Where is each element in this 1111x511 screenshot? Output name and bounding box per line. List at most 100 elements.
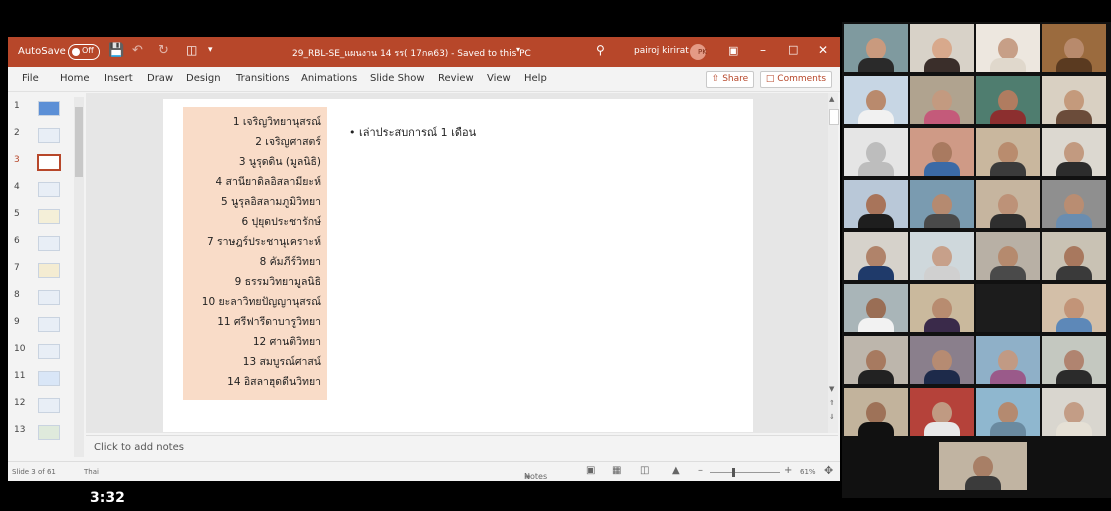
zoom-in-icon[interactable]: +	[784, 465, 792, 476]
participant-body	[858, 214, 894, 228]
thumbnail-scrollbar[interactable]	[74, 97, 84, 457]
participant-video-tile[interactable]	[976, 336, 1040, 384]
language[interactable]: Thai	[84, 468, 99, 476]
participant-video-tile[interactable]	[976, 24, 1040, 72]
autosave-toggle[interactable]: Off	[68, 44, 100, 60]
participant-video-tile[interactable]	[844, 76, 908, 124]
ribbon-display-icon[interactable]: ▣	[728, 44, 738, 57]
participant-video-tile[interactable]	[844, 232, 908, 280]
participant-video-tile[interactable]	[910, 336, 974, 384]
slide-thumbnail[interactable]: 11	[12, 367, 78, 387]
participant-video-tile[interactable]	[976, 76, 1040, 124]
participant-face	[866, 38, 886, 60]
reading-view-icon[interactable]: ◫	[640, 465, 649, 476]
bullet-text[interactable]: • เล่าประสบการณ์ 1 เดือน	[349, 123, 476, 141]
slide-canvas[interactable]: 1 เจริญวิทยานุสรณ์ 2 เจริญศาสตร์ 3 นูรุด…	[163, 99, 753, 432]
notes-pane[interactable]: Click to add notes	[86, 435, 838, 462]
participant-video-tile[interactable]	[1042, 128, 1106, 176]
slide-thumbnail[interactable]: 9	[12, 313, 78, 333]
participant-video-tile[interactable]	[844, 336, 908, 384]
participant-video-tile[interactable]	[976, 388, 1040, 436]
comments-button[interactable]: □ Comments	[760, 71, 832, 88]
participant-video-tile[interactable]	[1042, 24, 1106, 72]
menu-animations[interactable]: Animations	[301, 73, 357, 84]
participant-video-tile[interactable]	[910, 76, 974, 124]
close-icon[interactable]: ✕	[818, 43, 828, 57]
undo-icon[interactable]: ↶	[132, 43, 143, 58]
document-title[interactable]: 29_RBL-SE_แผนงาน 14 รร( 17กค63) - Saved …	[292, 46, 531, 60]
participant-video-tile[interactable]	[976, 180, 1040, 228]
zoom-slider-thumb[interactable]	[732, 468, 735, 477]
scroll-down-icon[interactable]: ▼	[829, 385, 834, 393]
maximize-icon[interactable]: □	[788, 43, 798, 56]
minimize-icon[interactable]: –	[760, 43, 766, 57]
participant-video-tile[interactable]	[910, 24, 974, 72]
avatar[interactable]: PK	[690, 44, 707, 60]
normal-view-icon[interactable]: ▣	[586, 465, 595, 476]
next-slide-icon[interactable]: ⇓	[829, 413, 835, 421]
redo-icon[interactable]: ↻	[158, 43, 169, 58]
participant-video-tile[interactable]	[910, 284, 974, 332]
school-list-box[interactable]: 1 เจริญวิทยานุสรณ์ 2 เจริญศาสตร์ 3 นูรุด…	[183, 107, 327, 400]
participant-video-tile[interactable]	[844, 388, 908, 436]
participant-video-tile[interactable]	[1042, 76, 1106, 124]
participant-video-tile[interactable]	[844, 24, 908, 72]
slide-thumbnail[interactable]: 12	[12, 394, 78, 414]
slide-thumbnail[interactable]: 13	[12, 421, 78, 441]
menu-view[interactable]: View	[487, 73, 511, 84]
participant-video-tile[interactable]	[976, 128, 1040, 176]
menu-review[interactable]: Review	[438, 73, 474, 84]
slide-sorter-icon[interactable]: ▦	[612, 465, 621, 476]
menu-home[interactable]: Home	[60, 73, 90, 84]
zoom-level[interactable]: 61%	[800, 468, 816, 476]
participant-video-tile[interactable]	[1042, 336, 1106, 384]
menu-file[interactable]: File	[22, 73, 39, 84]
slide-thumbnail[interactable]: 4	[12, 178, 78, 198]
scroll-up-icon[interactable]: ▲	[829, 95, 834, 103]
scroll-thumb[interactable]	[829, 109, 839, 125]
slideshow-icon[interactable]: ▲	[672, 465, 680, 476]
participant-video-tile[interactable]	[910, 180, 974, 228]
menu-help[interactable]: Help	[524, 73, 547, 84]
participant-video-tile[interactable]	[844, 180, 908, 228]
fit-slide-icon[interactable]: ✥	[824, 464, 833, 477]
user-name[interactable]: pairoj kirirat	[634, 46, 689, 56]
menu-insert[interactable]: Insert	[104, 73, 133, 84]
slide-thumbnail[interactable]: 8	[12, 286, 78, 306]
slide-thumbnail[interactable]: 5	[12, 205, 78, 225]
participant-video-tile[interactable]	[844, 284, 908, 332]
slide-thumbnail[interactable]: 1	[12, 97, 78, 117]
save-icon[interactable]: 💾	[108, 43, 124, 58]
participant-video-tile[interactable]	[976, 284, 1040, 332]
participant-video-tile[interactable]	[844, 128, 908, 176]
search-icon[interactable]: ⚲	[596, 43, 605, 57]
participant-video-tile[interactable]	[910, 232, 974, 280]
participant-video-tile[interactable]	[1042, 284, 1106, 332]
menu-transitions[interactable]: Transitions	[236, 73, 290, 84]
menu-draw[interactable]: Draw	[147, 73, 173, 84]
customize-toolbar-icon[interactable]: ▾	[208, 45, 213, 55]
zoom-out-icon[interactable]: –	[698, 465, 703, 476]
title-dropdown-icon[interactable]: ▾	[516, 45, 520, 54]
slide-thumbnail[interactable]: 10	[12, 340, 78, 360]
participant-video-tile[interactable]	[1042, 232, 1106, 280]
slide-thumbnail[interactable]: 3	[12, 151, 78, 171]
menu-design[interactable]: Design	[186, 73, 221, 84]
participant-video-tile[interactable]	[910, 128, 974, 176]
scroll-thumb[interactable]	[75, 107, 83, 177]
participant-video-tile[interactable]	[939, 442, 1027, 490]
participant-body	[1056, 58, 1092, 72]
participant-video-tile[interactable]	[910, 388, 974, 436]
editor-scrollbar[interactable]: ▲ ▼ ⇑ ⇓	[828, 93, 839, 433]
slide-thumbnail[interactable]: 2	[12, 124, 78, 144]
slide-thumbnail[interactable]: 7	[12, 259, 78, 279]
slide-thumbnail[interactable]: 6	[12, 232, 78, 252]
participant-video-tile[interactable]	[976, 232, 1040, 280]
participant-video-tile[interactable]	[1042, 180, 1106, 228]
participant-video-tile[interactable]	[1042, 388, 1106, 436]
previous-slide-icon[interactable]: ⇑	[829, 399, 835, 407]
zoom-slider[interactable]	[710, 468, 780, 477]
share-button[interactable]: ⇧ Share	[706, 71, 754, 88]
present-icon[interactable]: ◫	[186, 43, 197, 57]
menu-slide-show[interactable]: Slide Show	[370, 73, 425, 84]
